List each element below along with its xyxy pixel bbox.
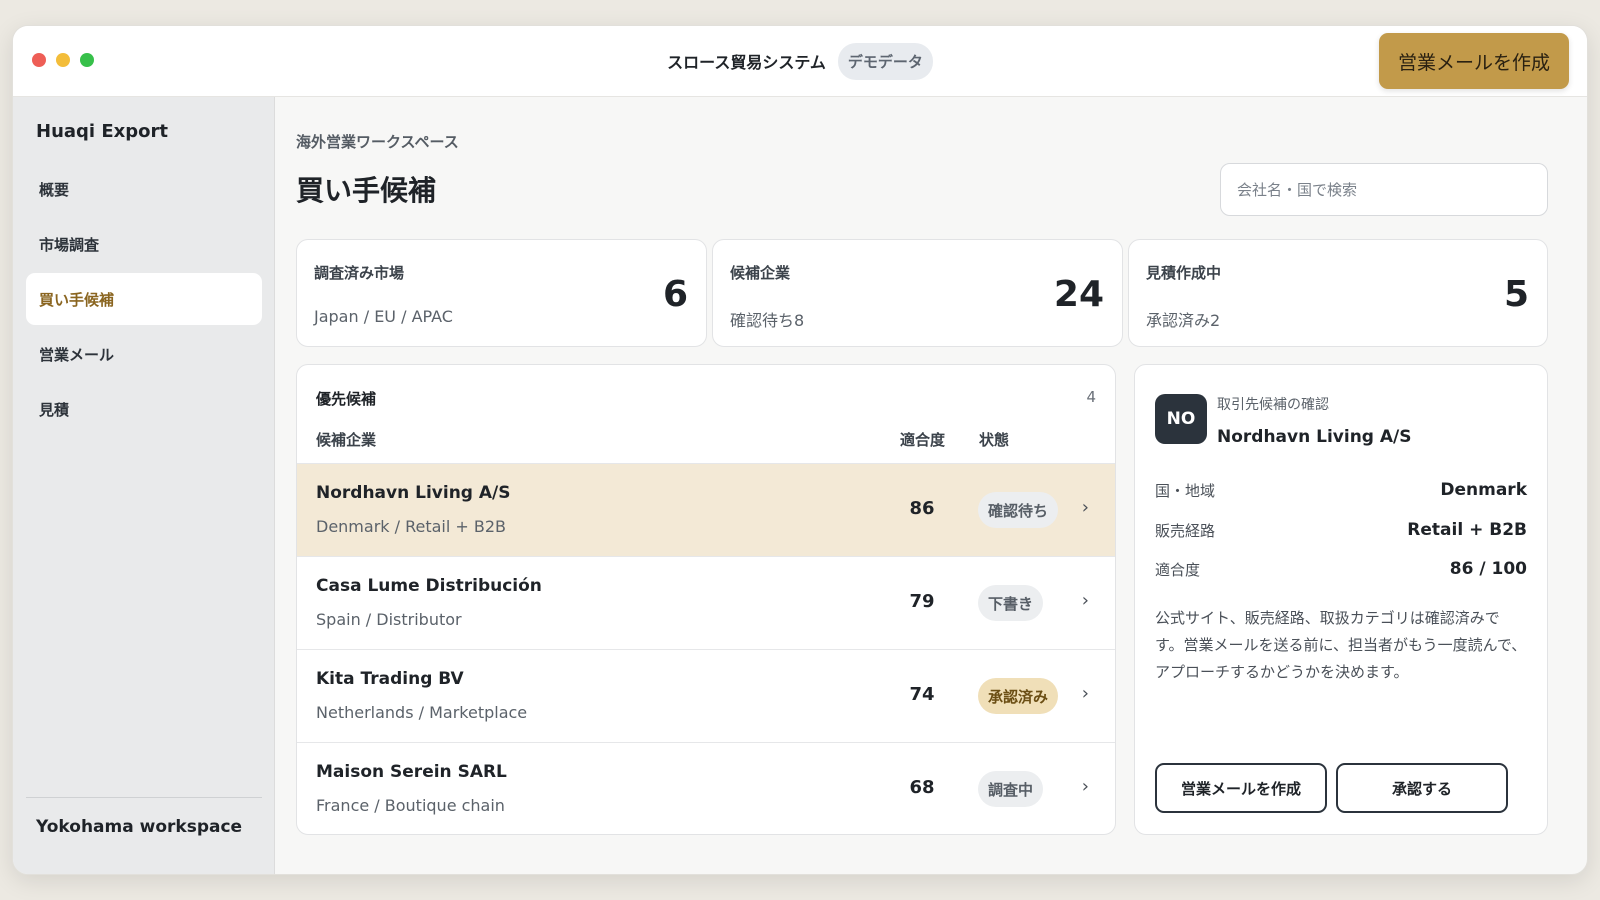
detail-field-channel: 販売経路 Retail + B2B: [1155, 520, 1527, 544]
chevron-right-icon: ›: [1081, 683, 1089, 704]
detail-field-value: Retail + B2B: [1407, 520, 1527, 540]
sidebar-item-sales-email[interactable]: 営業メール: [26, 328, 262, 380]
detail-field-country: 国・地域 Denmark: [1155, 480, 1527, 504]
brand-name: Huaqi Export: [36, 121, 168, 142]
main-content: 海外営業ワークスペース 買い手候補 調査済み市場 Japan / EU / AP…: [275, 97, 1587, 874]
page-title: 買い手候補: [296, 174, 437, 207]
app-window: スロース貿易システム デモデータ 営業メールを作成 Huaqi Export 概…: [12, 25, 1588, 875]
stat-card-markets: 調査済み市場 Japan / EU / APAC 6: [296, 239, 707, 347]
titlebar: スロース貿易システム デモデータ 営業メールを作成: [13, 26, 1587, 97]
detail-company-name: Nordhavn Living A/S: [1217, 427, 1412, 447]
avatar: NO: [1155, 394, 1207, 444]
status-badge: 下書き: [978, 585, 1044, 621]
sidebar-nav: 概要 市場調査 買い手候補 営業メール 見積: [26, 163, 262, 438]
table-body: Nordhavn Living A/S Denmark / Retail + B…: [297, 463, 1115, 834]
stat-sub: 確認待ち8: [730, 311, 805, 330]
app-title-group: スロース貿易システム デモデータ: [13, 42, 1587, 80]
chevron-right-icon: ›: [1081, 497, 1089, 518]
stat-card-quotes: 見積作成中 承認済み2 5: [1128, 239, 1548, 347]
breadcrumb: 海外営業ワークスペース: [296, 133, 459, 151]
sidebar-item-buyer-candidates[interactable]: 買い手候補: [26, 273, 262, 325]
row-fit-score: 86: [909, 498, 935, 519]
sidebar-divider: [26, 797, 262, 798]
detail-field-label: 適合度: [1155, 561, 1201, 579]
row-company-name: Kita Trading BV: [316, 669, 464, 689]
detail-field-label: 販売経路: [1155, 522, 1216, 540]
row-fit-score: 68: [909, 777, 935, 798]
compose-email-button[interactable]: 営業メールを作成: [1155, 763, 1327, 813]
status-badge: 調査中: [978, 771, 1044, 807]
row-fit-score: 79: [909, 591, 935, 612]
app-title: スロース貿易システム: [667, 53, 826, 72]
table-row[interactable]: Casa Lume Distribución Spain / Distribut…: [297, 556, 1115, 649]
column-header-status: 状態: [979, 431, 1010, 449]
sidebar-item-quotes[interactable]: 見積: [26, 383, 262, 435]
sidebar: Huaqi Export 概要 市場調査 買い手候補 営業メール 見積 Yoko…: [13, 97, 275, 874]
detail-eyebrow: 取引先候補の確認: [1217, 397, 1329, 413]
stat-sub: 承認済み2: [1146, 311, 1221, 330]
stat-value: 5: [1503, 274, 1529, 315]
table-row[interactable]: Maison Serein SARL France / Boutique cha…: [297, 742, 1115, 834]
status-badge: 承認済み: [978, 678, 1059, 714]
search-input[interactable]: [1220, 163, 1548, 216]
row-company-name: Casa Lume Distribución: [316, 576, 542, 596]
chevron-right-icon: ›: [1081, 776, 1089, 797]
row-company-name: Maison Serein SARL: [316, 762, 507, 782]
column-header-company: 候補企業: [316, 431, 377, 449]
row-company-meta: Spain / Distributor: [316, 610, 462, 629]
compose-sales-email-button[interactable]: 営業メールを作成: [1379, 33, 1569, 89]
stat-value: 24: [1053, 274, 1104, 315]
status-badge: 確認待ち: [978, 492, 1059, 528]
stat-label: 調査済み市場: [314, 264, 405, 282]
stat-value: 6: [662, 274, 688, 315]
table-row[interactable]: Nordhavn Living A/S Denmark / Retail + B…: [297, 463, 1115, 556]
column-header-fit: 適合度: [900, 431, 946, 449]
table-count: 4: [1086, 388, 1096, 406]
stat-sub: Japan / EU / APAC: [314, 307, 453, 326]
row-company-meta: Netherlands / Marketplace: [316, 703, 528, 722]
table-row[interactable]: Kita Trading BV Netherlands / Marketplac…: [297, 649, 1115, 742]
workspace-switcher[interactable]: Yokohama workspace: [36, 817, 242, 837]
stat-card-candidates: 候補企業 確認待ち8 24: [712, 239, 1123, 347]
demo-data-badge: デモデータ: [837, 42, 933, 80]
detail-field-fit: 適合度 86 / 100: [1155, 559, 1527, 583]
candidate-detail-panel: NO 取引先候補の確認 Nordhavn Living A/S 国・地域 Den…: [1134, 364, 1548, 835]
stat-label: 候補企業: [730, 264, 791, 282]
row-company-meta: Denmark / Retail + B2B: [316, 517, 507, 536]
approve-button[interactable]: 承認する: [1336, 763, 1508, 813]
sidebar-item-market-research[interactable]: 市場調査: [26, 218, 262, 270]
priority-candidates-table: 優先候補 4 候補企業 適合度 状態 Nordhavn Living A/S D…: [296, 364, 1116, 835]
row-company-meta: France / Boutique chain: [316, 796, 505, 815]
detail-field-value: 86 / 100: [1449, 559, 1527, 579]
detail-note: 公式サイト、販売経路、取扱カテゴリは確認済みです。営業メールを送る前に、担当者が…: [1155, 609, 1527, 681]
row-company-name: Nordhavn Living A/S: [316, 483, 511, 503]
row-fit-score: 74: [909, 684, 935, 705]
detail-field-value: Denmark: [1440, 480, 1527, 500]
detail-field-label: 国・地域: [1155, 482, 1216, 500]
stat-label: 見積作成中: [1146, 264, 1222, 282]
sidebar-item-overview[interactable]: 概要: [26, 163, 262, 215]
table-title: 優先候補: [316, 390, 377, 408]
chevron-right-icon: ›: [1081, 590, 1089, 611]
